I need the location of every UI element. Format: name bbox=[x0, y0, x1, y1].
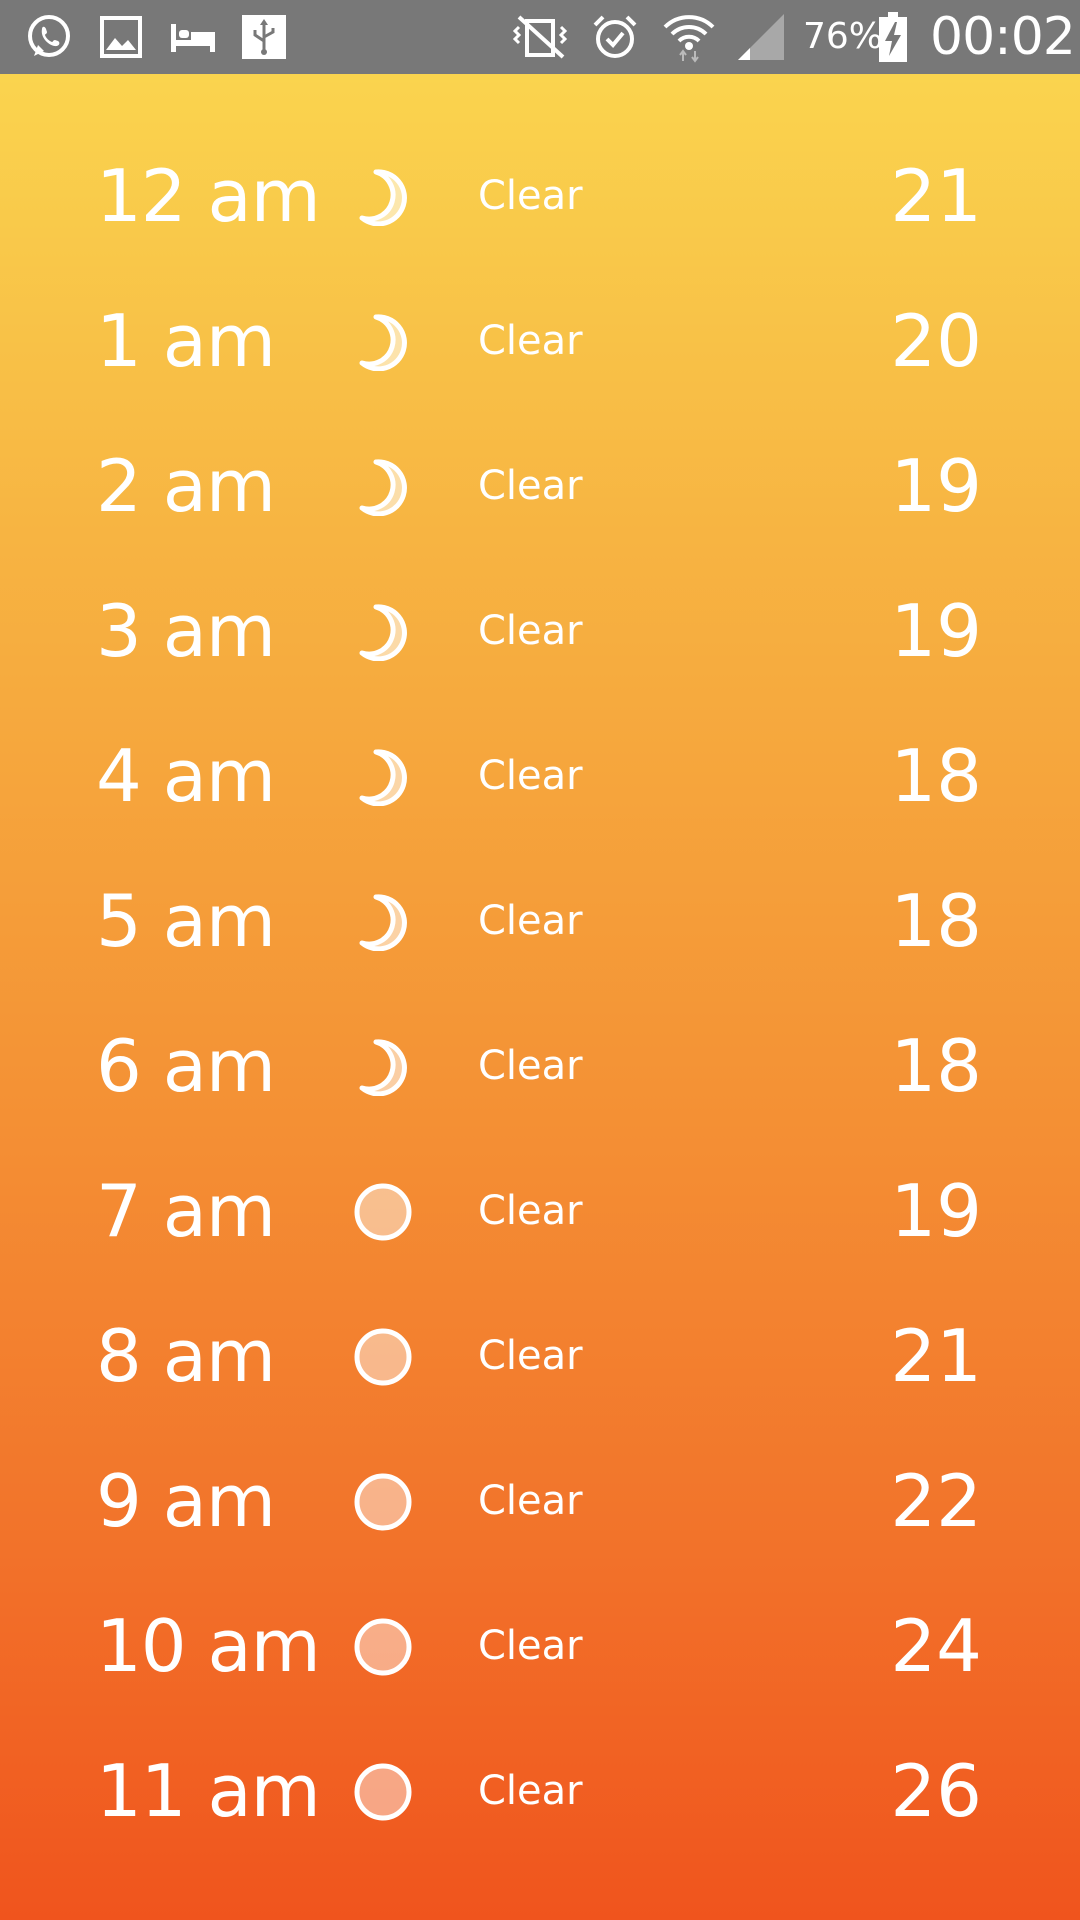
forecast-row[interactable]: 5 am Clear 18 bbox=[0, 849, 1080, 994]
signal-icon bbox=[734, 10, 788, 64]
temperature-value: 18 bbox=[890, 1024, 982, 1108]
forecast-row[interactable]: 12 am Clear 21 bbox=[0, 124, 1080, 269]
temperature-value: 22 bbox=[890, 1459, 982, 1543]
hour-label: 5 am bbox=[96, 879, 276, 963]
hour-label: 10 am bbox=[96, 1604, 321, 1688]
hour-label: 11 am bbox=[96, 1749, 321, 1833]
usb-icon bbox=[240, 10, 288, 64]
temperature-value: 18 bbox=[890, 879, 982, 963]
sun-icon bbox=[354, 1618, 412, 1676]
battery-charging-icon bbox=[878, 10, 908, 64]
forecast-row[interactable]: 4 am Clear 18 bbox=[0, 704, 1080, 849]
condition-label: Clear bbox=[478, 753, 583, 799]
clock: 00:02 bbox=[930, 7, 1076, 67]
forecast-row[interactable]: 10 am Clear 24 bbox=[0, 1574, 1080, 1719]
temperature-value: 26 bbox=[890, 1749, 982, 1833]
hour-label: 12 am bbox=[96, 154, 321, 238]
condition-label: Clear bbox=[478, 173, 583, 219]
condition-label: Clear bbox=[478, 1768, 583, 1814]
moon-icon bbox=[354, 313, 412, 372]
condition-label: Clear bbox=[478, 1188, 583, 1234]
forecast-row[interactable]: 3 am Clear 19 bbox=[0, 559, 1080, 704]
moon-icon bbox=[354, 748, 412, 807]
moon-icon bbox=[354, 168, 412, 227]
vibrate-off-icon bbox=[505, 10, 575, 64]
hour-label: 6 am bbox=[96, 1024, 276, 1108]
wifi-icon bbox=[660, 10, 718, 64]
gallery-icon bbox=[98, 10, 144, 64]
temperature-value: 21 bbox=[890, 1314, 982, 1398]
status-bar: 76% 00:02 bbox=[0, 0, 1080, 74]
moon-icon bbox=[354, 893, 412, 952]
hour-label: 1 am bbox=[96, 299, 276, 383]
moon-icon bbox=[354, 458, 412, 517]
moon-icon bbox=[354, 603, 412, 662]
hour-label: 3 am bbox=[96, 589, 276, 673]
condition-label: Clear bbox=[478, 463, 583, 509]
sun-icon bbox=[354, 1328, 412, 1386]
forecast-row[interactable]: 1 am Clear 20 bbox=[0, 269, 1080, 414]
forecast-row[interactable]: 6 am Clear 18 bbox=[0, 994, 1080, 1139]
forecast-row[interactable]: 2 am Clear 19 bbox=[0, 414, 1080, 559]
forecast-row[interactable]: 8 am Clear 21 bbox=[0, 1284, 1080, 1429]
temperature-value: 19 bbox=[890, 444, 982, 528]
moon-icon bbox=[354, 1038, 412, 1097]
hourly-forecast-list: 12 am Clear 21 1 am Clear 20 2 am Clear 19 3 a… bbox=[0, 74, 1080, 1920]
forecast-row[interactable]: 11 am Clear 26 bbox=[0, 1719, 1080, 1864]
hour-label: 4 am bbox=[96, 734, 276, 818]
battery-percent: 76% bbox=[803, 16, 884, 57]
alarm-icon bbox=[590, 10, 640, 64]
temperature-value: 18 bbox=[890, 734, 982, 818]
whatsapp-icon bbox=[22, 10, 76, 64]
condition-label: Clear bbox=[478, 318, 583, 364]
sun-icon bbox=[354, 1763, 412, 1821]
temperature-value: 19 bbox=[890, 589, 982, 673]
condition-label: Clear bbox=[478, 1333, 583, 1379]
bed-icon bbox=[168, 10, 218, 64]
condition-label: Clear bbox=[478, 1043, 583, 1089]
temperature-value: 20 bbox=[890, 299, 982, 383]
hour-label: 7 am bbox=[96, 1169, 276, 1253]
hour-label: 8 am bbox=[96, 1314, 276, 1398]
temperature-value: 19 bbox=[890, 1169, 982, 1253]
temperature-value: 21 bbox=[890, 154, 982, 238]
condition-label: Clear bbox=[478, 1623, 583, 1669]
forecast-row[interactable]: 9 am Clear 22 bbox=[0, 1429, 1080, 1574]
forecast-row[interactable]: 7 am Clear 19 bbox=[0, 1139, 1080, 1284]
condition-label: Clear bbox=[478, 608, 583, 654]
sun-icon bbox=[354, 1183, 412, 1241]
temperature-value: 24 bbox=[890, 1604, 982, 1688]
hour-label: 9 am bbox=[96, 1459, 276, 1543]
condition-label: Clear bbox=[478, 1478, 583, 1524]
condition-label: Clear bbox=[478, 898, 583, 944]
hour-label: 2 am bbox=[96, 444, 276, 528]
sun-icon bbox=[354, 1473, 412, 1531]
